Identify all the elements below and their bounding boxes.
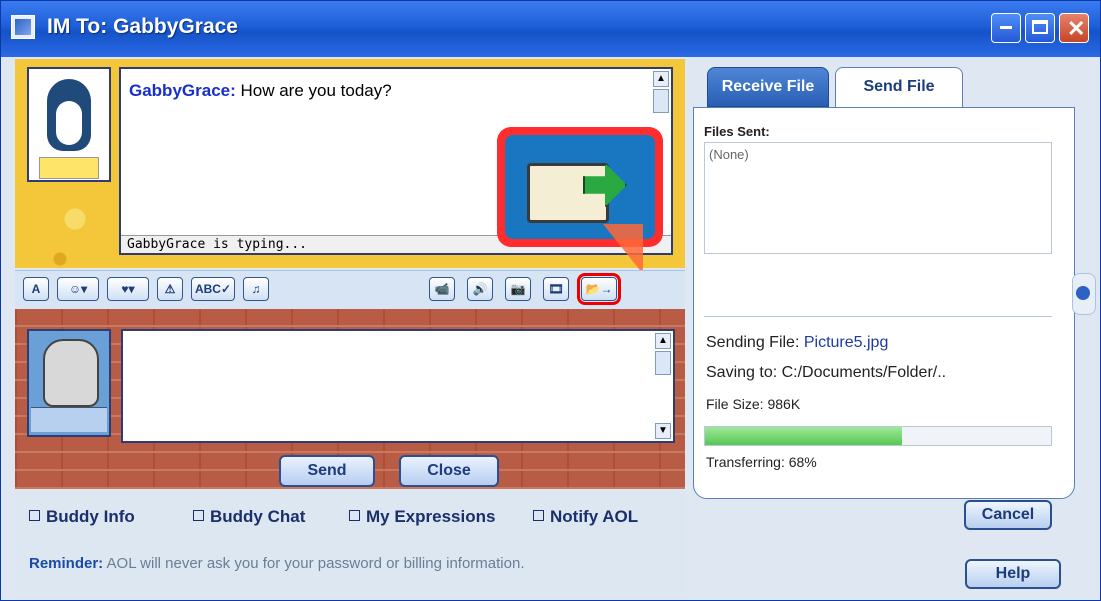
close-button[interactable]: Close [399,455,499,487]
divider [704,316,1052,317]
smiley-button[interactable]: ☺▾ [57,277,99,301]
message-text: How are you today? [240,81,392,100]
minimize-button[interactable] [991,13,1021,43]
chat-pane: GabbyGrace: How are you today? ▲ GabbyGr… [15,59,685,594]
compose-area: ▲ ▼ Send Close [15,309,685,489]
scroll-thumb[interactable] [653,89,669,113]
penguin-icon [47,79,91,151]
files-sent-list[interactable]: (None) [704,142,1052,254]
expression-menu-icon[interactable] [31,407,107,432]
message-input[interactable]: ▲ ▼ [121,329,675,443]
scroll-up-icon[interactable]: ▲ [655,333,671,349]
close-window-button[interactable]: ✕ [1059,13,1089,43]
spellcheck-button[interactable]: ABC✓ [191,277,235,301]
folder-send-icon [505,135,655,239]
transfer-progress-fill [705,427,903,445]
reminder-label: Reminder: [29,555,104,572]
scroll-up-icon[interactable]: ▲ [653,71,669,87]
files-sent-value: (None) [709,147,749,162]
direct-connect-icon[interactable] [39,157,99,179]
transfer-progress-bar [704,426,1052,446]
chat-message: GabbyGrace: How are you today? [129,81,392,101]
input-scrollbar[interactable]: ▲ ▼ [655,333,671,443]
saving-to-value: C:/Documents/Folder/.. [781,364,947,381]
talk-button[interactable]: 🔊 [467,277,493,301]
sending-file-line: Sending File: Picture5.jpg [706,334,888,352]
my-expressions-link[interactable]: My Expressions [349,507,495,527]
reminder-body: AOL will never ask you for your password… [106,555,525,572]
collapse-panel-icon[interactable] [1072,273,1096,315]
send-file-panel: Files Sent: (None) Sending File: Picture… [693,107,1075,530]
tab-send-file[interactable]: Send File [835,67,963,107]
music-button[interactable]: ♫ [243,277,269,301]
arrow-right-icon [583,163,627,207]
scroll-thumb[interactable] [655,351,671,375]
dog-icon [43,339,99,407]
buddy-chat-link[interactable]: Buddy Chat [193,507,305,527]
buddy-info-link[interactable]: Buddy Info [29,507,135,527]
heart-button[interactable]: ♥▾ [107,277,149,301]
help-button[interactable]: Help [965,559,1061,589]
formatting-toolbar: A ☺▾ ♥▾ ⚠ ABC✓ ♫ 📹 🔊 📷 🎞 📂→ [15,270,685,310]
file-size-label: File Size: [706,396,764,412]
notify-aol-link[interactable]: Notify AOL [533,507,638,527]
im-window: IM To: GabbyGrace ✕ GabbyGrace: How are … [0,0,1101,601]
file-transfer-pane: Receive File Send File Files Sent: (None… [693,59,1078,594]
saving-to-line: Saving to: C:/Documents/Folder/.. [706,364,946,382]
cancel-button[interactable]: Cancel [964,500,1052,530]
film-button[interactable]: 🎞 [543,277,569,301]
maximize-button[interactable] [1025,13,1055,43]
files-sent-label: Files Sent: [704,124,770,139]
message-sender: GabbyGrace: [129,81,236,100]
send-button[interactable]: Send [279,455,375,487]
app-icon [11,15,35,39]
my-avatar[interactable] [27,329,111,437]
tab-receive-file[interactable]: Receive File [707,67,829,107]
scroll-down-icon[interactable]: ▼ [655,423,671,439]
bottom-links: Buddy Info Buddy Chat My Expressions Not… [15,491,685,594]
font-button[interactable]: A [23,277,49,301]
warn-button[interactable]: ⚠ [157,277,183,301]
buddy-avatar[interactable] [27,67,111,182]
sending-file-label: Sending File: [706,334,800,351]
chat-area: GabbyGrace: How are you today? ▲ GabbyGr… [15,59,685,274]
camera-button[interactable]: 📷 [505,277,531,301]
video-button[interactable]: 📹 [429,277,455,301]
file-size-value: 986K [767,396,801,412]
send-file-button[interactable]: 📂→ [577,273,621,305]
saving-to-label: Saving to: [706,364,778,381]
sending-file-value: Picture5.jpg [803,334,889,351]
title-bar: IM To: GabbyGrace ✕ [1,1,1100,57]
reminder-text: Reminder: AOL will never ask you for you… [29,555,525,572]
file-size-line: File Size: 986K [706,396,800,412]
window-title: IM To: GabbyGrace [47,15,238,38]
transferring-status: Transferring: 68% [706,454,817,470]
